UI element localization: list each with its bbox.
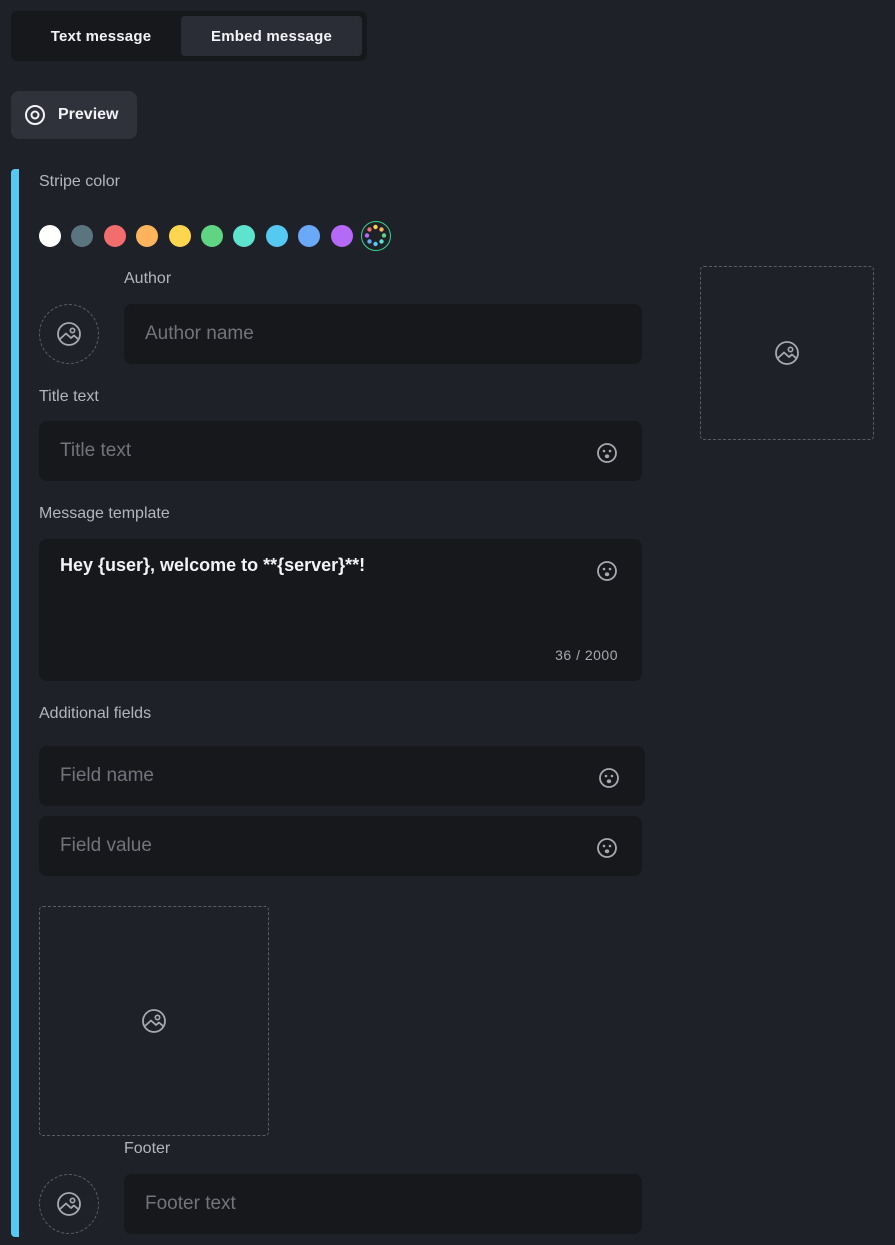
author-name-field: [124, 304, 642, 364]
emoji-icon[interactable]: [596, 560, 618, 582]
color-swatch[interactable]: [39, 225, 61, 247]
additional-fields-label: Additional fields: [39, 705, 152, 722]
message-template-field: Hey {user}, welcome to **{server}**! 36 …: [39, 539, 642, 681]
footer-text-input[interactable]: [145, 1174, 593, 1234]
author-label: Author: [124, 270, 172, 287]
message-type-tabs: Text message Embed message: [11, 11, 367, 61]
color-swatch[interactable]: [265, 225, 288, 247]
color-swatch[interactable]: [233, 225, 256, 247]
title-field: [39, 421, 642, 481]
tab-text-message[interactable]: Text message: [16, 16, 186, 56]
emoji-icon[interactable]: [596, 442, 618, 464]
field-name-field: [39, 746, 645, 806]
field-value-input[interactable]: [60, 816, 593, 876]
footer-label: Footer: [124, 1140, 171, 1157]
title-input[interactable]: [60, 421, 593, 481]
message-template-input[interactable]: Hey {user}, welcome to **{server}**!: [60, 555, 365, 576]
author-name-input[interactable]: [145, 304, 593, 364]
author-avatar-upload[interactable]: [39, 304, 99, 364]
color-swatch[interactable]: [298, 225, 321, 247]
image-icon: [142, 1009, 166, 1033]
preview-button[interactable]: Preview: [11, 91, 137, 139]
footer-icon-upload[interactable]: [39, 1174, 99, 1234]
image-icon: [57, 322, 81, 346]
emoji-icon[interactable]: [596, 837, 618, 859]
tab-embed-message[interactable]: Embed message: [181, 16, 362, 56]
color-swatch[interactable]: [330, 225, 353, 247]
eye-icon: [25, 105, 45, 125]
message-template-label: Message template: [39, 505, 170, 522]
emoji-icon[interactable]: [598, 767, 620, 789]
title-label: Title text: [39, 388, 99, 405]
embed-stripe: [11, 169, 19, 1237]
image-upload[interactable]: [39, 906, 269, 1136]
color-swatch[interactable]: [103, 225, 126, 247]
field-name-input[interactable]: [60, 746, 596, 806]
color-swatch[interactable]: [201, 225, 223, 247]
color-swatch[interactable]: [136, 225, 159, 247]
character-counter: 36 / 2000: [555, 647, 618, 663]
thumbnail-upload[interactable]: [700, 266, 874, 440]
palette-icon: [364, 224, 387, 247]
custom-color-button[interactable]: [361, 221, 391, 251]
image-icon: [775, 341, 799, 365]
preview-label: Preview: [58, 106, 119, 123]
color-swatch[interactable]: [71, 225, 94, 247]
image-icon: [57, 1192, 81, 1216]
color-swatch[interactable]: [168, 225, 191, 247]
footer-text-field: [124, 1174, 642, 1234]
stripe-color-label: Stripe color: [39, 173, 120, 190]
field-value-field: [39, 816, 642, 876]
